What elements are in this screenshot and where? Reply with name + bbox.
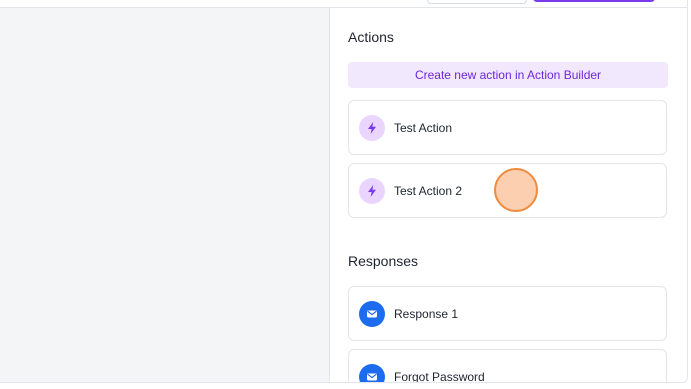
response-item-response-1[interactable]: Response 1 (348, 286, 667, 341)
actions-section-title: Actions (348, 29, 394, 45)
top-toolbar (0, 0, 687, 8)
toolbar-secondary-button[interactable] (427, 0, 527, 4)
responses-section-title: Responses (348, 253, 419, 269)
lightning-bolt-icon (359, 177, 385, 204)
app-window: Actions Create new action in Action Buil… (0, 0, 688, 383)
envelope-icon (359, 300, 385, 327)
canvas-pane (0, 8, 330, 382)
action-item-test-action-2[interactable]: Test Action 2 (348, 163, 667, 218)
lightning-bolt-icon (359, 114, 385, 141)
response-item-label: Response 1 (394, 306, 459, 321)
toolbar-primary-button[interactable] (533, 0, 655, 2)
create-action-button[interactable]: Create new action in Action Builder (348, 62, 668, 88)
side-panel: Actions Create new action in Action Buil… (330, 8, 687, 382)
response-item-label: Forgot Password (394, 369, 485, 383)
action-item-test-action[interactable]: Test Action (348, 100, 667, 155)
action-item-label: Test Action 2 (394, 183, 463, 198)
action-item-label: Test Action (394, 120, 453, 135)
response-item-forgot-password[interactable]: Forgot Password (348, 349, 667, 383)
envelope-icon (359, 363, 385, 382)
